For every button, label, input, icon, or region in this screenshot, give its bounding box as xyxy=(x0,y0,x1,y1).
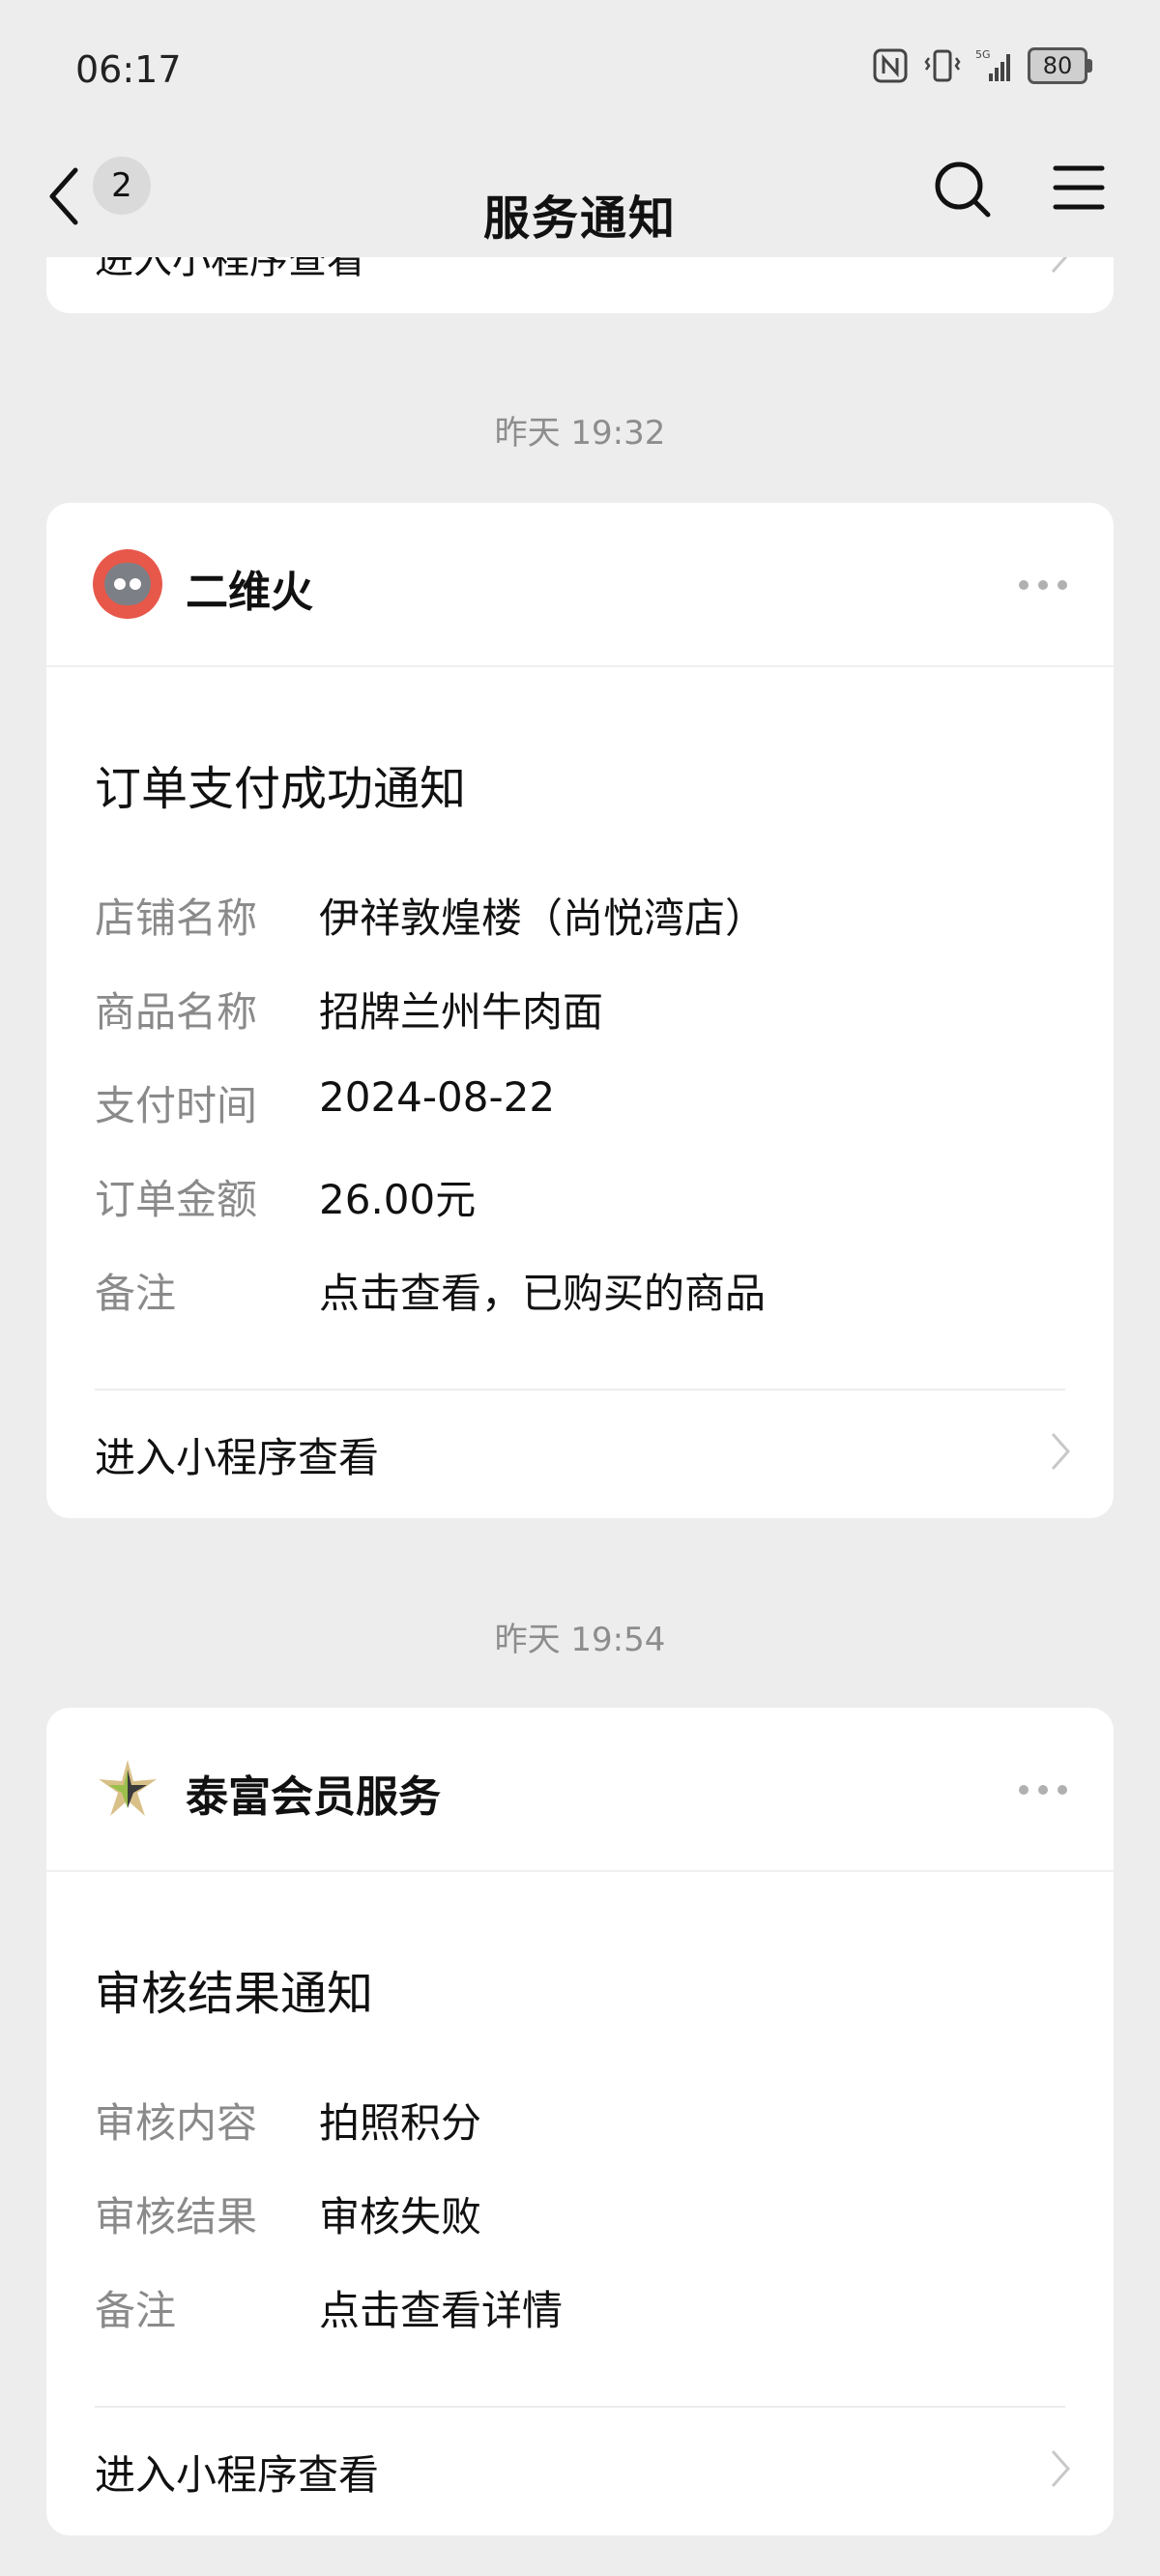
battery-indicator: 80 xyxy=(1028,47,1092,84)
field-label: 备注 xyxy=(95,1270,177,1317)
field-label: 支付时间 xyxy=(95,1082,258,1129)
battery-icon: 80 xyxy=(1028,47,1088,84)
divider xyxy=(95,2406,1065,2408)
notification-card[interactable]: 泰富会员服务 审核结果通知 审核内容 拍照积分 审核结果 审核失败 备注 点击查… xyxy=(46,1708,1114,2535)
more-icon[interactable] xyxy=(1019,1785,1067,1795)
field-value: 审核失败 xyxy=(319,2193,482,2240)
card-header: 二维火 xyxy=(46,503,1114,667)
field-row: 审核内容 拍照积分 xyxy=(95,2091,481,2150)
field-label: 审核内容 xyxy=(95,2099,258,2147)
menu-icon[interactable] xyxy=(1052,161,1106,215)
field-label: 备注 xyxy=(95,2287,177,2334)
message-timestamp: 昨天 19:32 xyxy=(494,414,666,453)
more-icon[interactable] xyxy=(1019,580,1067,590)
nav-bar: 服务通知 xyxy=(0,135,1160,257)
status-time: 06:17 xyxy=(75,48,182,91)
unread-count-badge[interactable]: 2 xyxy=(93,157,151,215)
field-row: 订单金额 26.00元 xyxy=(95,1167,476,1226)
status-icons: 5G 80 xyxy=(871,46,1092,85)
field-value: 点击查看，已购买的商品 xyxy=(319,1270,767,1317)
sender-logo-icon[interactable] xyxy=(97,1758,159,1820)
enter-miniprogram-link[interactable]: 进入小程序查看 xyxy=(95,2443,379,2502)
card-header: 泰富会员服务 xyxy=(46,1708,1114,1872)
field-row: 商品名称 招牌兰州牛肉面 xyxy=(95,980,603,1039)
field-value: 招牌兰州牛肉面 xyxy=(319,988,604,1036)
divider xyxy=(95,1389,1065,1390)
field-label: 订单金额 xyxy=(95,1176,258,1223)
field-value: 26.00元 xyxy=(319,1176,477,1223)
nfc-icon xyxy=(873,48,908,83)
svg-text:5G: 5G xyxy=(975,48,991,61)
sender-avatar[interactable] xyxy=(93,549,162,619)
field-row: 店铺名称 伊祥敦煌楼（尚悦湾店） xyxy=(95,886,766,945)
notification-card[interactable]: 二维火 订单支付成功通知 店铺名称 伊祥敦煌楼（尚悦湾店） 商品名称 招牌兰州牛… xyxy=(46,503,1114,1518)
field-label: 店铺名称 xyxy=(95,894,258,942)
field-value: 伊祥敦煌楼（尚悦湾店） xyxy=(319,894,767,942)
search-icon[interactable] xyxy=(932,159,994,220)
field-row: 支付时间 2024-08-22 xyxy=(95,1073,555,1132)
signal-5g-icon: 5G xyxy=(975,48,1010,81)
vibrate-icon xyxy=(924,49,961,82)
sender-name[interactable]: 泰富会员服务 xyxy=(186,1762,441,1824)
field-row: 审核结果 审核失败 xyxy=(95,2184,481,2243)
field-label: 商品名称 xyxy=(95,988,258,1036)
field-value: 2024-08-22 xyxy=(319,1073,556,1121)
message-timestamp: 昨天 19:54 xyxy=(494,1621,666,1659)
message-title: 订单支付成功通知 xyxy=(95,762,467,816)
field-value: 拍照积分 xyxy=(319,2099,482,2147)
message-title: 审核结果通知 xyxy=(95,1967,374,2021)
field-row: 备注 点击查看，已购买的商品 xyxy=(95,1261,766,1320)
chevron-right-icon xyxy=(1051,2450,1071,2487)
sender-name[interactable]: 二维火 xyxy=(186,557,313,619)
chevron-right-icon xyxy=(1051,1433,1071,1470)
enter-miniprogram-link[interactable]: 进入小程序查看 xyxy=(95,1425,379,1484)
field-label: 审核结果 xyxy=(95,2193,258,2240)
status-bar: 06:17 5G 80 xyxy=(0,0,1160,135)
field-row: 备注 点击查看详情 xyxy=(95,2278,563,2337)
field-value: 点击查看详情 xyxy=(319,2287,564,2334)
